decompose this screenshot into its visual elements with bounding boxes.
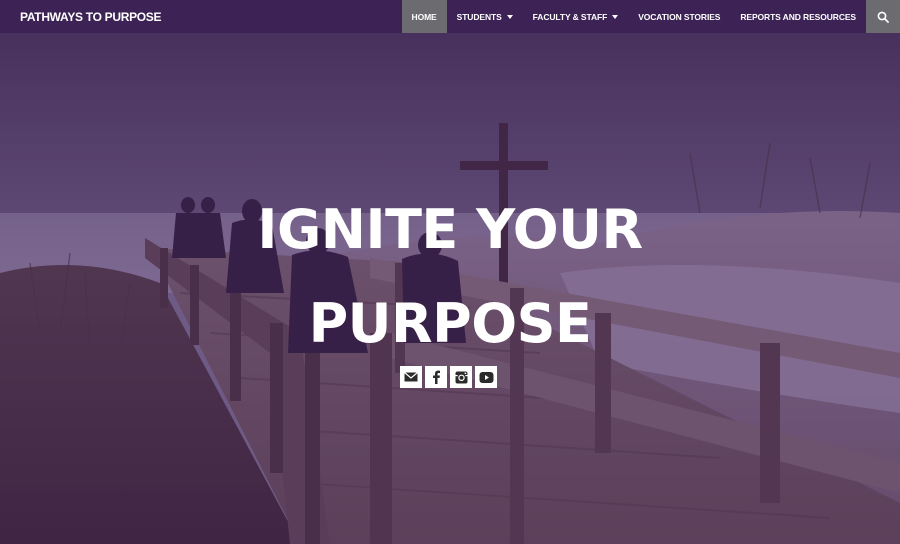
email-icon — [404, 372, 418, 382]
nav-item-faculty-staff[interactable]: FACULTY & STAFF — [523, 0, 629, 33]
social-links — [400, 366, 497, 388]
facebook-icon — [433, 370, 440, 384]
nav-item-vocation-stories[interactable]: VOCATION STORIES — [628, 0, 730, 33]
hero-headline-line-2: PURPOSE — [308, 292, 592, 355]
facebook-link[interactable] — [425, 366, 447, 388]
nav-item-label: STUDENTS — [456, 11, 502, 22]
nav-item-label: VOCATION STORIES — [638, 11, 721, 22]
hero-headline: IGNITE YOUR PURPOSE — [0, 183, 900, 371]
youtube-link[interactable] — [475, 366, 497, 388]
site-title[interactable]: PATHWAYS TO PURPOSE — [0, 10, 402, 24]
email-link[interactable] — [400, 366, 422, 388]
search-icon — [877, 11, 889, 23]
nav-item-students[interactable]: STUDENTS — [447, 0, 523, 33]
instagram-link[interactable] — [450, 366, 472, 388]
nav-item-home[interactable]: HOME — [401, 0, 447, 33]
main-nav: HOME STUDENTS FACULTY & STAFF VOCATION S… — [401, 0, 866, 33]
nav-item-reports-resources[interactable]: REPORTS AND RESOURCES — [730, 0, 866, 33]
nav-item-label: HOME — [411, 11, 437, 22]
nav-item-label: REPORTS AND RESOURCES — [740, 11, 856, 22]
caret-down-icon — [612, 14, 619, 19]
hero-section: IGNITE YOUR PURPOSE — [0, 33, 900, 544]
nav-item-label: FACULTY & STAFF — [532, 11, 608, 22]
hero-headline-line-1: IGNITE YOUR — [257, 198, 643, 261]
search-button[interactable] — [866, 0, 900, 33]
caret-down-icon — [506, 14, 513, 19]
top-navigation-bar: PATHWAYS TO PURPOSE HOME STUDENTS FACULT… — [0, 0, 900, 33]
youtube-icon — [479, 371, 493, 383]
instagram-icon — [455, 371, 467, 383]
